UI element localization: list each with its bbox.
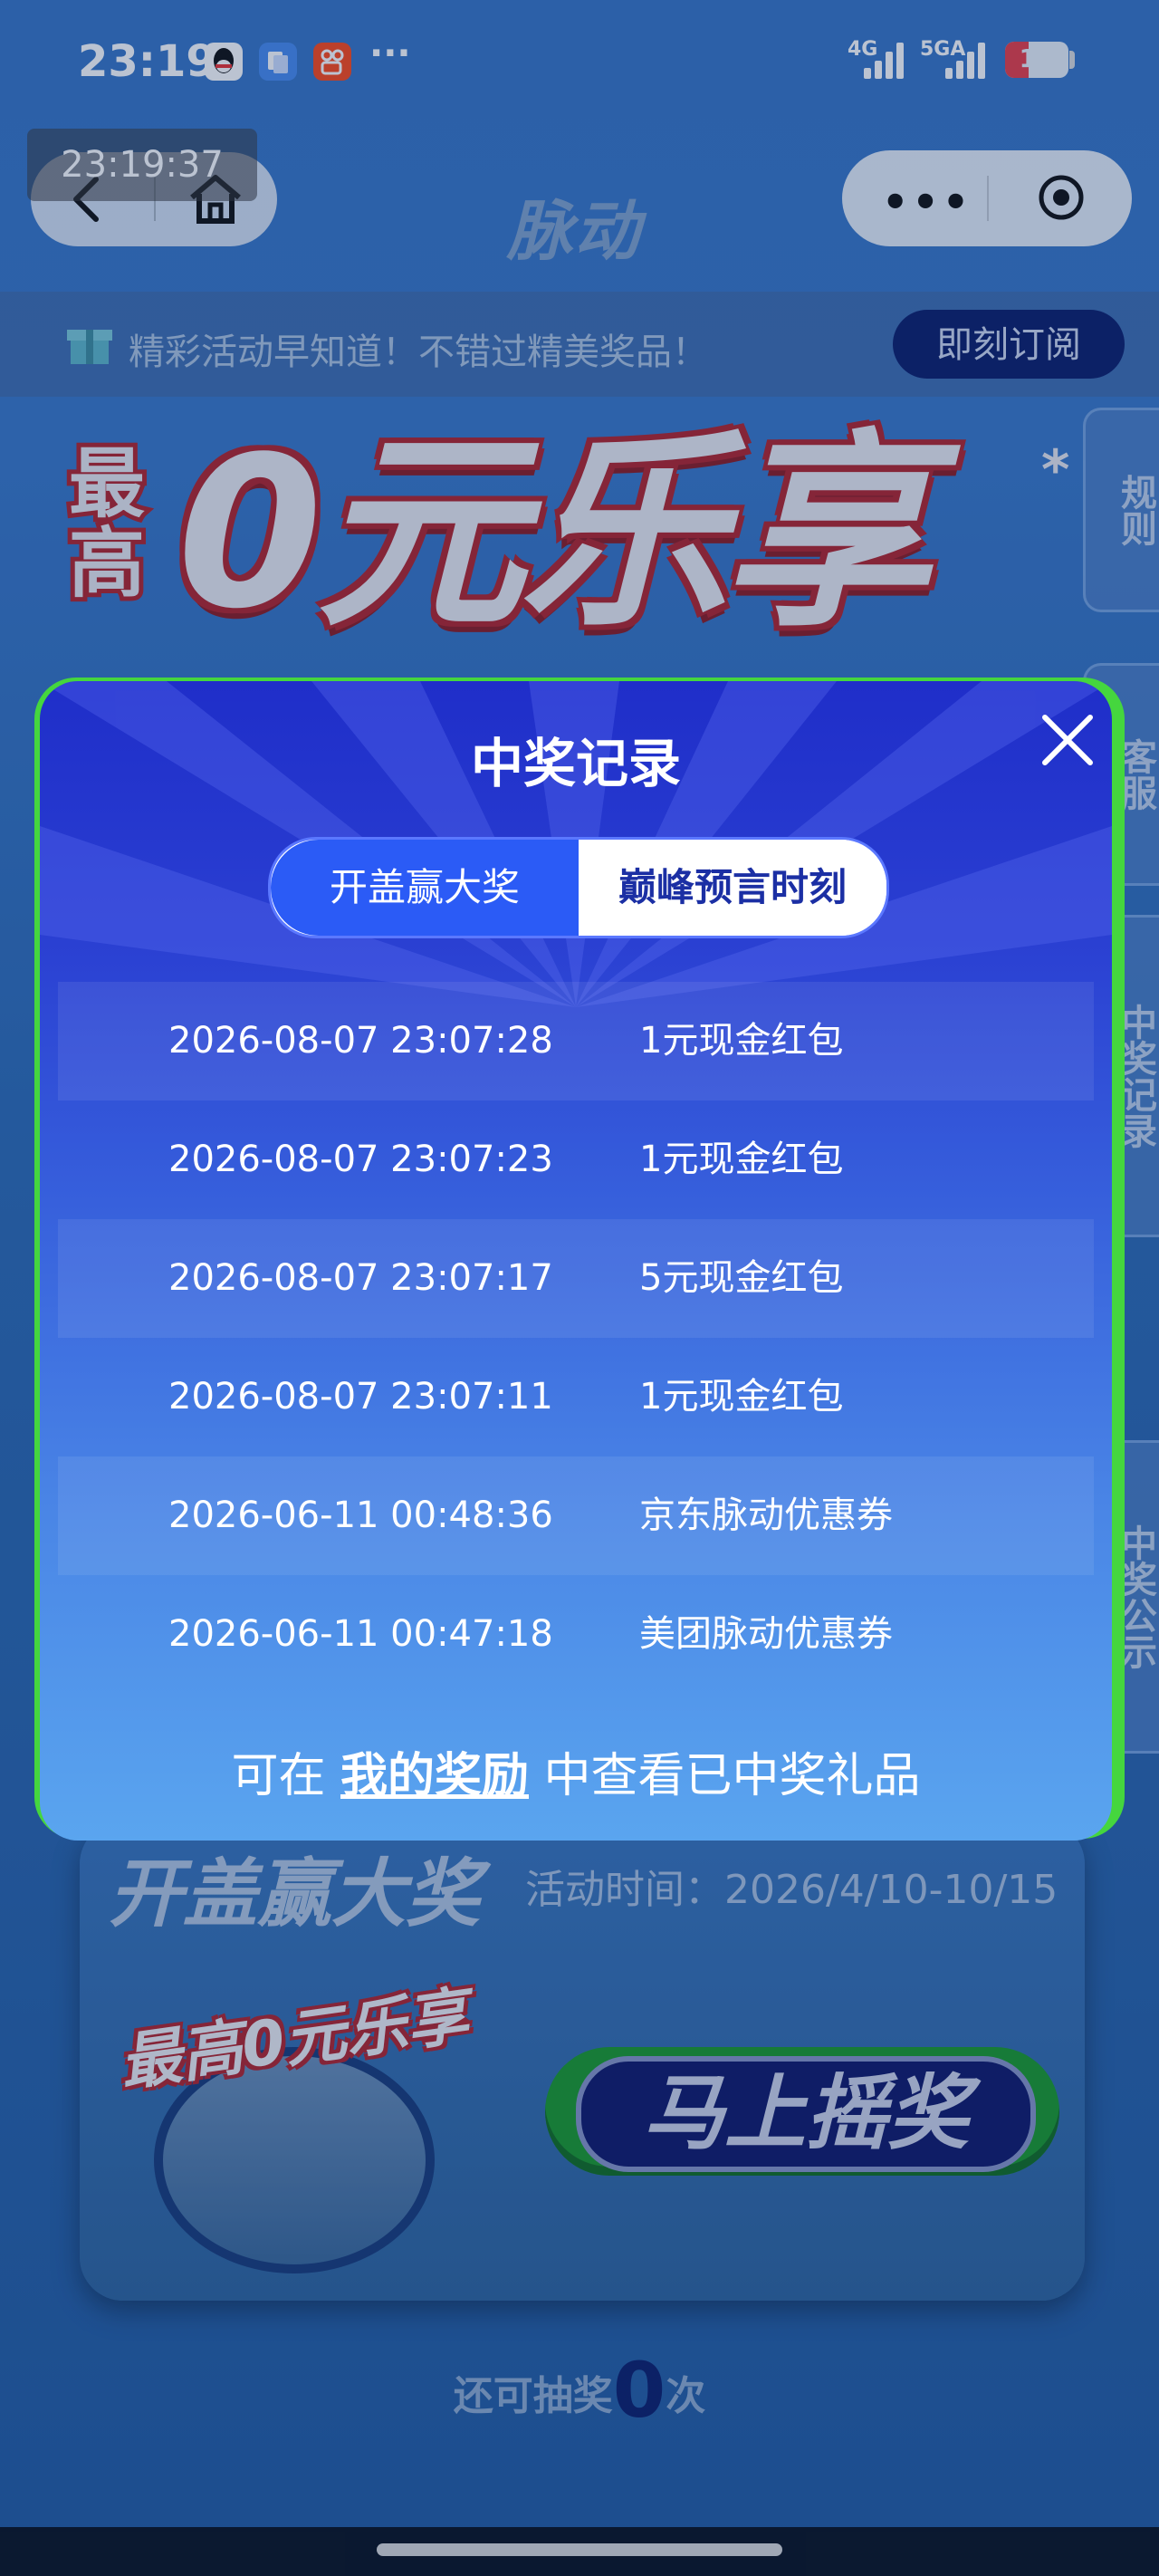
record-prize: 5元现金红包 xyxy=(639,1257,844,1299)
close-icon[interactable] xyxy=(1032,705,1103,775)
record-prize: 1元现金红包 xyxy=(639,1376,844,1418)
record-row: 2026-08-07 23:07:28 1元现金红包 xyxy=(58,982,1094,1101)
record-tabs: 开盖赢大奖 巅峰预言时刻 xyxy=(268,837,889,938)
record-prize: 1元现金红包 xyxy=(639,1020,844,1062)
record-time: 2026-06-11 00:48:36 xyxy=(168,1495,553,1536)
record-prize: 1元现金红包 xyxy=(639,1139,844,1180)
record-row: 2026-06-11 00:47:18 美团脉动优惠券 xyxy=(58,1575,1094,1694)
record-row: 2026-08-07 23:07:17 5元现金红包 xyxy=(58,1219,1094,1338)
my-rewards-link[interactable]: 我的奖励 xyxy=(340,1749,529,1803)
record-prize: 美团脉动优惠券 xyxy=(639,1613,893,1655)
prize-records-modal: 中奖记录 开盖赢大奖 巅峰预言时刻 2026-08-07 23:07:28 1元… xyxy=(40,681,1112,1841)
record-prize: 京东脉动优惠券 xyxy=(639,1495,893,1536)
record-row: 2026-06-11 00:48:36 京东脉动优惠券 xyxy=(58,1456,1094,1575)
tab-open-cap-prize[interactable]: 开盖赢大奖 xyxy=(271,840,579,936)
record-time: 2026-08-07 23:07:28 xyxy=(168,1020,553,1062)
record-list: 2026-08-07 23:07:28 1元现金红包 2026-08-07 23… xyxy=(58,982,1094,1694)
record-time: 2026-06-11 00:47:18 xyxy=(168,1613,553,1655)
record-time: 2026-08-07 23:07:17 xyxy=(168,1257,553,1299)
record-row: 2026-08-07 23:07:11 1元现金红包 xyxy=(58,1338,1094,1456)
modal-title: 中奖记录 xyxy=(470,733,681,794)
record-time: 2026-08-07 23:07:11 xyxy=(168,1376,553,1418)
tab-peak-prediction[interactable]: 巅峰预言时刻 xyxy=(579,840,886,936)
record-row: 2026-08-07 23:07:23 1元现金红包 xyxy=(58,1101,1094,1219)
modal-footer: 可在 我的奖励 中查看已中奖礼品 xyxy=(231,1749,921,1803)
record-time: 2026-08-07 23:07:23 xyxy=(168,1139,553,1180)
